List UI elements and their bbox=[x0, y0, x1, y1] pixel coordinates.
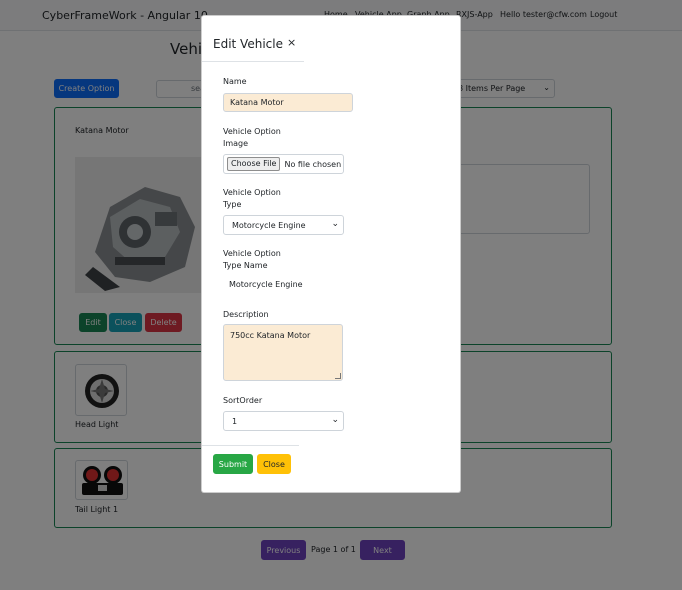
file-status: No file chosen bbox=[284, 159, 342, 169]
chevron-down-icon: ⌄ bbox=[331, 415, 339, 425]
name-label: Name bbox=[223, 77, 247, 86]
type-name-label-line2: Type Name bbox=[223, 261, 268, 270]
choose-file-button[interactable]: Choose File bbox=[227, 157, 281, 171]
type-name-value: Motorcycle Engine bbox=[229, 280, 303, 289]
description-label: Description bbox=[223, 310, 269, 319]
chevron-down-icon: ⌄ bbox=[331, 219, 339, 229]
image-label-line2: Image bbox=[223, 139, 249, 148]
image-file-input[interactable]: Choose File No file chosen bbox=[223, 154, 344, 174]
close-icon[interactable]: × bbox=[287, 36, 296, 49]
image-label-line1: Vehicle Option bbox=[223, 127, 281, 136]
modal-header-divider bbox=[202, 61, 304, 62]
type-select-value: Motorcycle Engine bbox=[232, 221, 306, 230]
name-input[interactable]: Katana Motor bbox=[223, 93, 353, 112]
sort-order-select[interactable]: 1 ⌄ bbox=[223, 411, 344, 431]
sort-order-value: 1 bbox=[232, 417, 238, 426]
edit-vehicle-modal: Edit Vehicle × Name Katana Motor Vehicle… bbox=[201, 15, 461, 493]
description-textarea[interactable]: 750cc Katana Motor bbox=[223, 324, 343, 381]
type-name-label-line1: Vehicle Option bbox=[223, 249, 281, 258]
modal-footer-divider bbox=[202, 445, 299, 446]
modal-close-button[interactable]: Close bbox=[257, 454, 291, 474]
submit-button[interactable]: Submit bbox=[213, 454, 253, 474]
type-label-line2: Type bbox=[223, 200, 242, 209]
sort-order-label: SortOrder bbox=[223, 396, 263, 405]
resize-grip-icon[interactable] bbox=[335, 373, 341, 379]
modal-title: Edit Vehicle bbox=[213, 37, 283, 51]
type-select[interactable]: Motorcycle Engine ⌄ bbox=[223, 215, 344, 235]
description-value: 750cc Katana Motor bbox=[230, 331, 311, 340]
type-label-line1: Vehicle Option bbox=[223, 188, 281, 197]
